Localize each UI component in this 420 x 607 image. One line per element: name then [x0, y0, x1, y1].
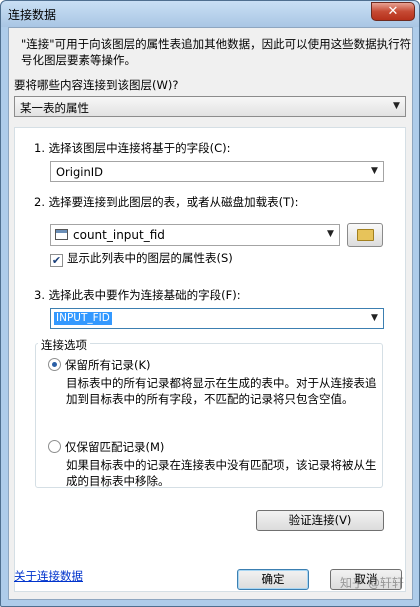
ok-button[interactable]: 确定	[237, 569, 309, 590]
browse-table-button[interactable]	[347, 223, 383, 247]
join-type-select[interactable]: 某一表的属性 ▼	[14, 96, 406, 117]
show-layer-tables-checkbox[interactable]: ✔	[50, 254, 63, 267]
open-folder-icon	[357, 229, 374, 241]
join-type-label: 要将哪些内容连接到该图层(W)?	[14, 78, 179, 92]
about-joining-data-link[interactable]: 关于连接数据	[14, 568, 83, 584]
join-field-select[interactable]: INPUT_FID ▼	[50, 308, 384, 329]
validate-join-button[interactable]: 验证连接(V)	[256, 510, 384, 531]
chevron-down-icon: ▼	[371, 166, 378, 176]
keep-all-records-radio[interactable]	[48, 358, 61, 371]
keep-all-records-description: 目标表中的所有记录都将显示在生成的表中。对于从连接表追加到目标表中的所有字段，不…	[66, 376, 377, 406]
keep-matching-records-radio[interactable]	[48, 440, 61, 453]
layer-field-select[interactable]: OriginID ▼	[50, 161, 384, 182]
chevron-down-icon: ▼	[327, 229, 334, 239]
join-table-value: count_input_fid	[73, 228, 165, 242]
join-options-title: 连接选项	[38, 337, 90, 353]
join-table-select[interactable]: count_input_fid ▼	[50, 224, 340, 246]
close-button[interactable]: ✕	[371, 2, 415, 21]
keep-matching-records-label: 仅保留匹配记录(M)	[65, 440, 165, 454]
close-icon: ✕	[387, 4, 399, 19]
layer-field-value: OriginID	[56, 165, 104, 179]
join-type-value: 某一表的属性	[20, 101, 89, 115]
chevron-down-icon: ▼	[393, 101, 400, 111]
window-title: 连接数据	[8, 8, 57, 22]
keep-matching-records-option[interactable]: 仅保留匹配记录(M)	[48, 439, 164, 455]
step1-label: 1. 选择该图层中连接将基于的字段(C):	[34, 141, 231, 155]
keep-all-records-option[interactable]: 保留所有记录(K)	[48, 357, 151, 373]
step2-label: 2. 选择要连接到此图层的表，或者从磁盘加载表(T):	[34, 195, 299, 209]
chevron-down-icon: ▼	[371, 313, 378, 323]
keep-matching-records-description: 如果目标表中的记录在连接表中没有匹配项，该记录将被从生成的目标表中移除。	[66, 458, 377, 488]
watermark: 知乎 @轩轩	[340, 576, 404, 590]
table-icon	[55, 229, 68, 240]
title-bar[interactable]: 连接数据 ✕	[1, 1, 419, 27]
keep-all-records-label: 保留所有记录(K)	[65, 358, 151, 372]
dialog-description: "连接"可用于向该图层的属性表追加其他数据，因此可以使用这些数据执行符号化图层要…	[21, 37, 412, 67]
show-layer-tables-option[interactable]: ✔ 显示此列表中的图层的属性表(S)	[50, 250, 233, 267]
show-layer-tables-label: 显示此列表中的图层的属性表(S)	[67, 251, 233, 265]
join-field-value: INPUT_FID	[54, 312, 112, 325]
step3-label: 3. 选择此表中要作为连接基础的字段(F):	[34, 288, 241, 302]
